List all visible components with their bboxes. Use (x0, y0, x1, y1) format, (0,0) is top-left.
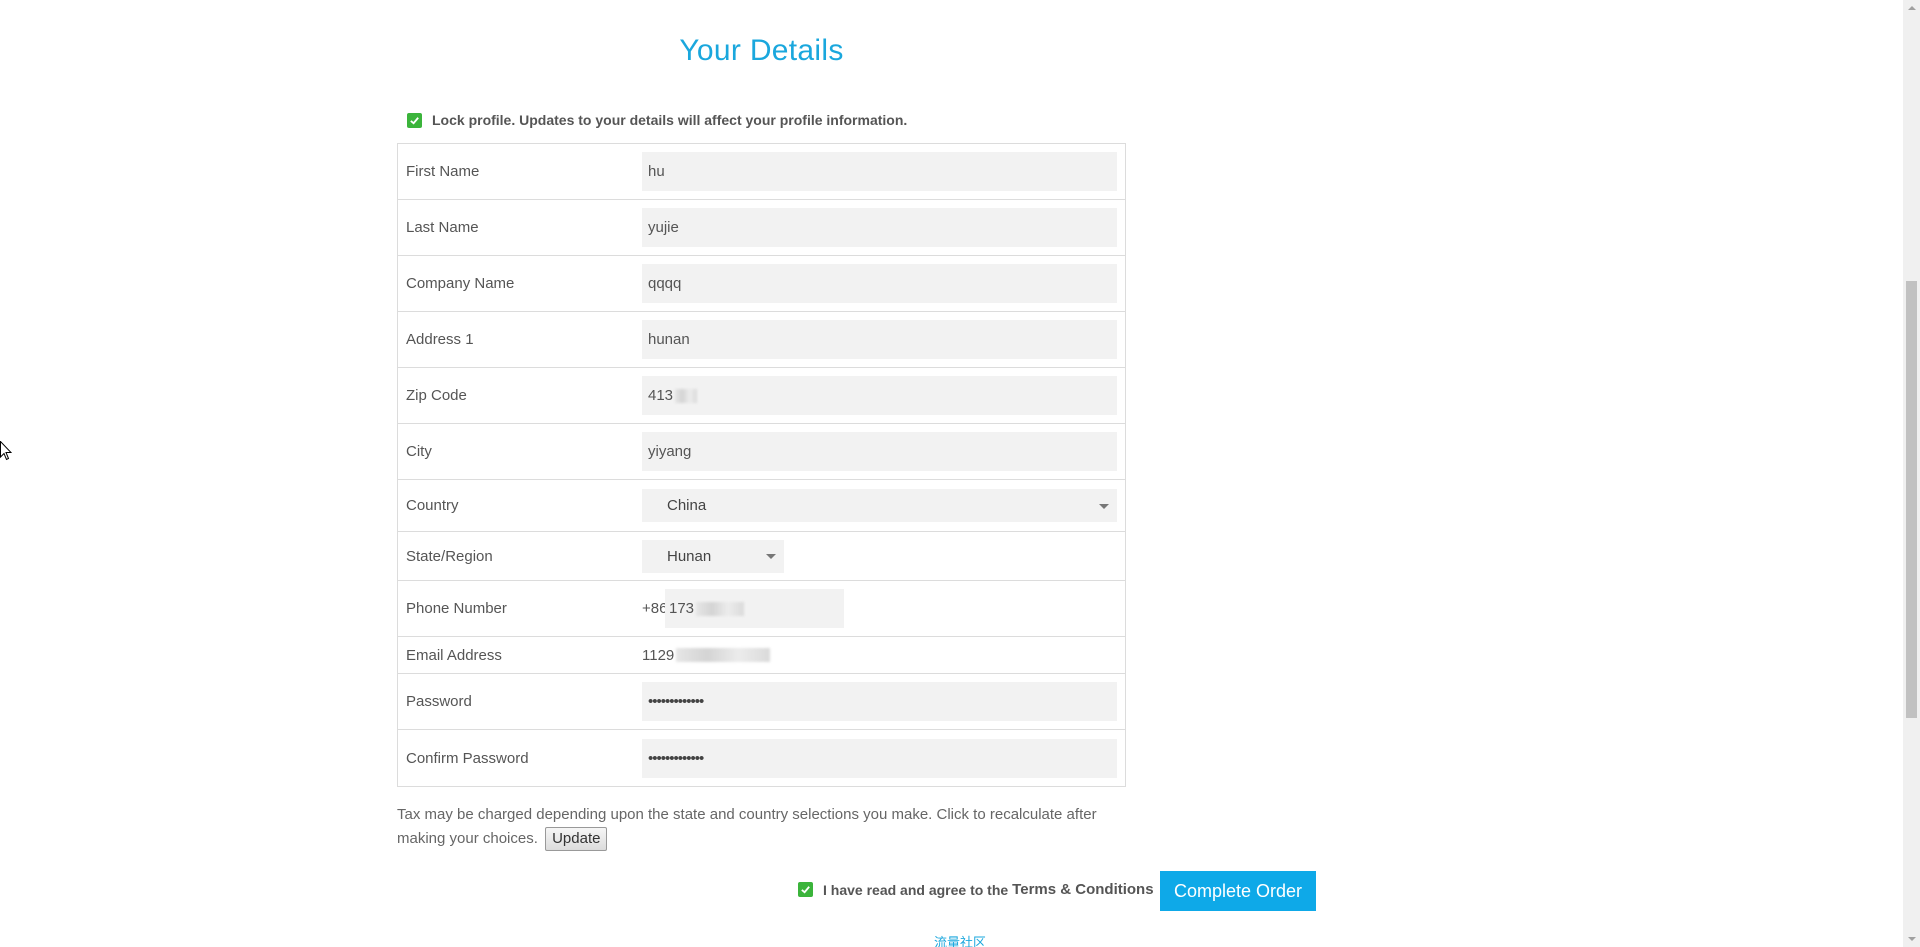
city-label: City (406, 443, 432, 460)
scroll-up-icon[interactable] (1908, 6, 1916, 10)
country-label: Country (406, 497, 459, 514)
zip-code-label: Zip Code (406, 387, 467, 404)
row-last-name: Last Name yujie (398, 200, 1125, 256)
first-name-input[interactable]: hu (642, 152, 1117, 191)
row-company-name: Company Name qqqq (398, 256, 1125, 312)
confirm-password-label: Confirm Password (406, 749, 529, 767)
tax-note-text: Tax may be charged depending upon the st… (397, 806, 1097, 847)
password-label: Password (406, 693, 472, 710)
first-name-label: First Name (406, 163, 480, 180)
phone-country-code: +86 (642, 600, 668, 617)
mouse-cursor-icon (0, 441, 12, 461)
terms-checkbox[interactable] (798, 882, 813, 897)
complete-order-button[interactable]: Complete Order (1160, 871, 1316, 911)
page: Your Details Lock profile. Updates to yo… (0, 0, 1920, 947)
company-name-label: Company Name (406, 275, 515, 292)
last-name-label: Last Name (406, 219, 479, 236)
row-address1: Address 1 hunan (398, 312, 1125, 368)
password-input[interactable]: ••••••••••••• (642, 682, 1117, 721)
update-button[interactable]: Update (545, 827, 608, 851)
terms-label: I have read and agree to the (823, 881, 1009, 898)
row-state: State/Region Hunan (398, 532, 1125, 581)
address1-label: Address 1 (406, 331, 474, 348)
lock-profile-label: Lock profile. Updates to your details wi… (432, 112, 908, 128)
redacted-blur (675, 388, 698, 403)
terms-row: I have read and agree to the Terms & Con… (798, 881, 1154, 898)
phone-label: Phone Number (406, 600, 507, 617)
lock-profile-row[interactable]: Lock profile. Updates to your details wi… (407, 112, 907, 128)
country-value: China (667, 497, 707, 514)
password-value: ••••••••••••• (648, 693, 704, 710)
vertical-scrollbar[interactable] (1903, 0, 1920, 947)
state-label: State/Region (406, 547, 493, 565)
row-zip-code: Zip Code 413 (398, 368, 1125, 424)
confirm-password-input[interactable]: ••••••••••••• (642, 738, 1117, 778)
row-confirm-password: Confirm Password ••••••••••••• (398, 730, 1125, 786)
last-name-input[interactable]: yujie (642, 208, 1117, 247)
state-value: Hunan (667, 547, 712, 565)
row-phone: Phone Number +86 173 (398, 581, 1125, 637)
redacted-blur (676, 648, 771, 662)
details-form: First Name hu Last Name yujie Company Na… (397, 143, 1126, 787)
phone-value: 173 (669, 600, 695, 617)
page-title: Your Details (679, 34, 844, 67)
lock-profile-checkbox[interactable] (407, 112, 422, 128)
terms-link[interactable]: Terms & Conditions (1012, 881, 1153, 898)
company-name-input[interactable]: qqqq (642, 264, 1117, 303)
checkmark-icon (801, 886, 810, 894)
state-select[interactable]: Hunan (642, 539, 784, 573)
phone-input[interactable]: 173 (665, 589, 844, 628)
tax-note: Tax may be charged depending upon the st… (397, 803, 1126, 851)
checkmark-icon (410, 116, 419, 125)
city-input[interactable]: yiyang (642, 432, 1117, 471)
footer-link[interactable]: 流量社区 (934, 932, 986, 947)
email-value-wrap: 1129 (642, 646, 771, 664)
redacted-blur (696, 601, 745, 616)
address1-input[interactable]: hunan (642, 320, 1117, 359)
scroll-thumb[interactable] (1906, 281, 1917, 718)
email-label: Email Address (406, 646, 502, 664)
chevron-down-icon (1099, 503, 1109, 509)
row-email: Email Address 1129 (398, 637, 1125, 674)
row-city: City yiyang (398, 424, 1125, 480)
row-password: Password ••••••••••••• (398, 674, 1125, 730)
zip-code-input[interactable]: 413 (642, 376, 1117, 415)
confirm-password-value: ••••••••••••• (648, 749, 704, 767)
chevron-down-icon (766, 554, 776, 559)
scroll-down-icon[interactable] (1908, 937, 1916, 941)
row-first-name: First Name hu (398, 144, 1125, 200)
country-select[interactable]: China (642, 489, 1117, 522)
zip-code-value: 413 (648, 387, 674, 404)
email-value: 1129 (642, 646, 675, 664)
row-country: Country China (398, 480, 1125, 532)
